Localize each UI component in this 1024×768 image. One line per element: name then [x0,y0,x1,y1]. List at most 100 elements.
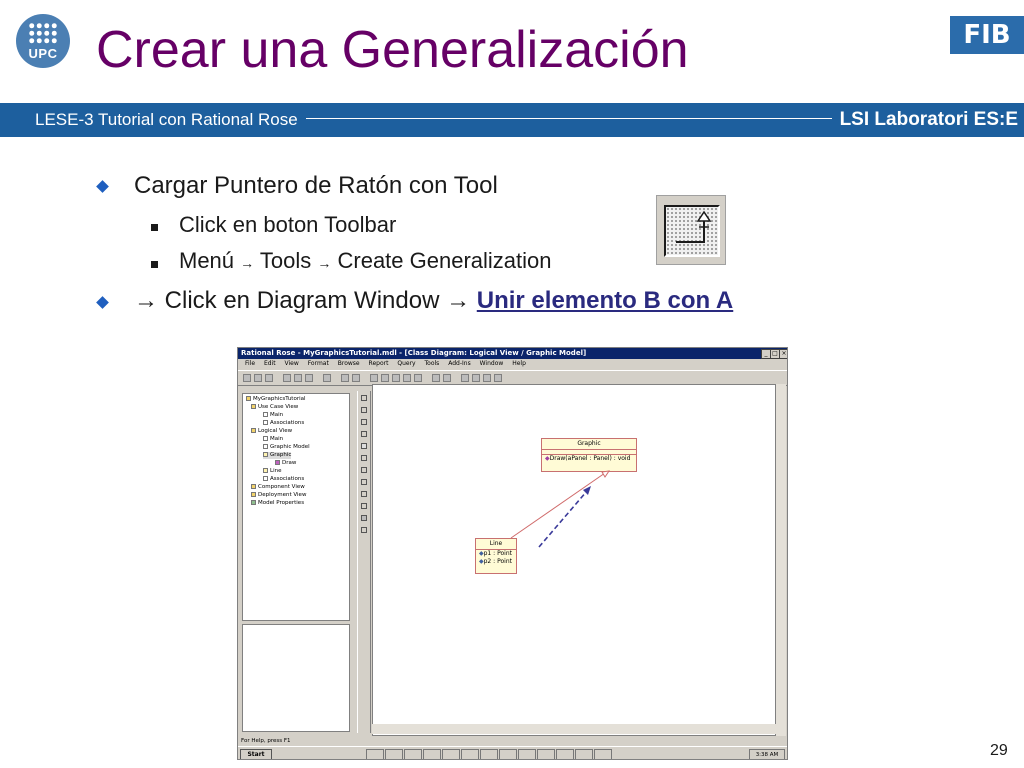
tree-item[interactable]: Deployment View [251,492,306,499]
instruction-arrow [538,490,588,548]
upc-logo-text: UPC [28,46,58,61]
aggregation-icon[interactable] [361,479,367,485]
association-icon[interactable] [361,467,367,473]
zoom-out-icon[interactable] [472,374,480,382]
copy-icon[interactable] [294,374,302,382]
browse-interaction-icon[interactable] [381,374,389,382]
taskbar: Start 3:38 AM [238,746,787,759]
save-icon[interactable] [265,374,273,382]
browse-deployment-icon[interactable] [403,374,411,382]
tree-item[interactable]: Main [263,436,283,443]
package-icon[interactable] [361,491,367,497]
class-diagram-window[interactable]: Graphic ◆Draw(aPanel : Panel) : void Lin… [372,384,776,736]
start-button[interactable]: Start [240,749,272,759]
horizontal-scrollbar[interactable] [372,724,776,734]
text-icon[interactable] [361,407,367,413]
join-elements-link[interactable]: Unir elemento B con A [477,287,733,314]
arrow-icon[interactable] [361,395,367,401]
menu-addins[interactable]: Add-Ins [448,360,470,367]
bullet-square-2 [151,261,158,268]
print-icon[interactable] [323,374,331,382]
class-icon[interactable] [361,443,367,449]
tools-word: Tools [259,248,312,273]
menu-window[interactable]: Window [480,360,504,367]
documentation-pane[interactable] [242,624,350,732]
folder-icon [251,428,256,433]
taskbar-task[interactable] [423,749,441,759]
tree-item[interactable]: Main [263,412,283,419]
vertical-scrollbar[interactable] [776,384,786,736]
tree-item[interactable]: Graphic [263,452,292,459]
realize-icon[interactable] [361,527,367,533]
taskbar-task[interactable] [518,749,536,759]
class-icon [263,468,268,473]
taskbar-task[interactable] [480,749,498,759]
taskbar-task[interactable] [385,749,403,759]
browse-class-icon[interactable] [370,374,378,382]
properties-icon [251,500,256,505]
browse-next-icon[interactable] [443,374,451,382]
tree-item[interactable]: Logical View [251,428,292,435]
tree-item[interactable]: Associations [263,476,304,483]
bullet-diamond-2 [96,296,109,309]
status-bar: For Help, press F1 [238,736,787,746]
paste-icon[interactable] [305,374,313,382]
model-browser: MyGraphicsTutorial Use Case View Main As… [242,393,350,621]
taskbar-task[interactable] [499,749,517,759]
taskbar-task[interactable] [556,749,574,759]
associations-icon [263,420,268,425]
anchor-icon[interactable] [361,431,367,437]
new-icon[interactable] [243,374,251,382]
menu-report[interactable]: Report [369,360,389,367]
taskbar-task[interactable] [366,749,384,759]
taskbar-task[interactable] [404,749,422,759]
bullet-1-2: Menú → Tools → Create Generalization [179,248,552,274]
menu-edit[interactable]: Edit [264,360,276,367]
taskbar-task[interactable] [575,749,593,759]
cut-icon[interactable] [283,374,291,382]
taskbar-task[interactable] [461,749,479,759]
open-icon[interactable] [254,374,262,382]
browse-previous-icon[interactable] [432,374,440,382]
tree-item[interactable]: Associations [263,420,304,427]
generalization-arrowhead [601,470,611,478]
taskbar-task[interactable] [594,749,612,759]
undo-fit-icon[interactable] [494,374,502,382]
tree-item[interactable]: Graphic Model [263,444,310,451]
menu-view[interactable]: View [285,360,299,367]
tree-item[interactable]: MyGraphicsTutorial [246,396,306,403]
menu-query[interactable]: Query [397,360,415,367]
diagram-icon [263,436,268,441]
status-text: For Help, press F1 [241,738,291,744]
generalization-icon [676,210,712,243]
context-help-icon[interactable] [352,374,360,382]
window-titlebar: Rational Rose - MyGraphicsTutorial.mdl -… [238,348,787,359]
menu-format[interactable]: Format [308,360,329,367]
page-number: 29 [990,742,1008,759]
browse-component-icon[interactable] [392,374,400,382]
tree-item[interactable]: Use Case View [251,404,298,411]
menu-tools[interactable]: Tools [425,360,440,367]
upc-logo-dots [28,22,58,44]
interface-icon[interactable] [361,455,367,461]
bullet-1: Cargar Puntero de Ratón con Tool [134,172,498,199]
close-button[interactable]: × [779,349,787,359]
help-icon[interactable] [341,374,349,382]
tree-item[interactable]: Draw [275,460,296,467]
menu-browse[interactable]: Browse [338,360,360,367]
tree-item[interactable]: Line [263,468,281,475]
tree-item[interactable]: Component View [251,484,305,491]
browse-parent-icon[interactable] [414,374,422,382]
generalization-tool-button[interactable] [656,195,726,265]
menu-file[interactable]: File [245,360,255,367]
fit-window-icon[interactable] [483,374,491,382]
taskbar-task[interactable] [537,749,555,759]
dependency-icon[interactable] [361,503,367,509]
note-icon[interactable] [361,419,367,425]
class-icon [263,452,268,457]
zoom-in-icon[interactable] [461,374,469,382]
taskbar-task[interactable] [442,749,460,759]
generalization-icon[interactable] [361,515,367,521]
tree-item[interactable]: Model Properties [251,500,304,507]
menu-help[interactable]: Help [512,360,526,367]
